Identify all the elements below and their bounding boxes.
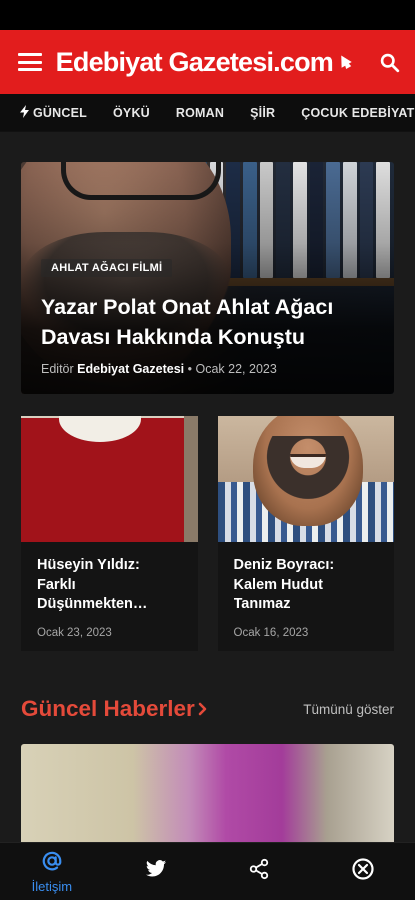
at-sign-icon: [41, 850, 63, 877]
meta-separator: •: [187, 362, 193, 376]
close-button[interactable]: [318, 857, 408, 886]
article-thumbnail: [21, 416, 198, 542]
see-all-link[interactable]: Tümünü göster: [303, 702, 394, 717]
card-date: Ocak 16, 2023: [233, 626, 309, 639]
twitter-icon: [145, 859, 167, 884]
author-prefix: Editör: [41, 362, 74, 376]
dark-mode-icon[interactable]: [333, 50, 357, 74]
section-header: Güncel Haberler Tümünü göster: [21, 696, 394, 722]
chevron-right-icon: [198, 696, 208, 722]
article-grid: Hüseyin Yıldız: Farklı Düşünmekten… Ocak…: [21, 416, 394, 651]
site-logo[interactable]: Edebiyat Gazetesi.com: [56, 47, 334, 78]
section-title-link[interactable]: Güncel Haberler: [21, 696, 208, 722]
card-title[interactable]: Hüseyin Yıldız: Farklı Düşünmekten…: [37, 556, 182, 615]
category-cocuk-edebiyati[interactable]: ÇOCUK EDEBİYATI: [301, 106, 415, 120]
news-thumbnail[interactable]: [21, 744, 394, 849]
category-label: GÜNCEL: [33, 105, 87, 120]
category-siir[interactable]: ŞİİR: [250, 106, 275, 120]
bottom-navigation: İletişim: [0, 842, 415, 900]
main-content: AHLAT AĞACI FİLMİ Yazar Polat Onat Ahlat…: [0, 162, 415, 849]
close-circle-icon: [351, 857, 375, 886]
twitter-button[interactable]: [111, 859, 201, 884]
bolt-icon: [20, 104, 29, 121]
contact-button[interactable]: İletişim: [7, 850, 97, 894]
article-thumbnail: [217, 416, 394, 542]
section-title: Güncel Haberler: [21, 696, 195, 721]
menu-icon[interactable]: [18, 53, 42, 71]
card-title[interactable]: Deniz Boyracı: Kalem Hudut Tanımaz: [234, 556, 379, 615]
featured-article[interactable]: AHLAT AĞACI FİLMİ Yazar Polat Onat Ahlat…: [21, 162, 394, 394]
share-button[interactable]: [214, 858, 304, 885]
search-icon[interactable]: [377, 50, 401, 74]
category-bar: GÜNCEL ÖYKÜ ROMAN ŞİİR ÇOCUK EDEBİYATI: [0, 94, 415, 132]
card-date: Ocak 23, 2023: [37, 626, 112, 639]
article-date: Ocak 22, 2023: [195, 362, 277, 376]
author-name[interactable]: Edebiyat Gazetesi: [77, 362, 184, 376]
contact-label: İletişim: [31, 878, 73, 894]
share-icon: [248, 858, 270, 885]
article-meta: Editör Edebiyat Gazetesi • Ocak 22, 2023: [41, 362, 380, 376]
category-roman[interactable]: ROMAN: [176, 106, 224, 120]
featured-title[interactable]: Yazar Polat Onat Ahlat Ağacı Davası Hakk…: [41, 292, 380, 352]
article-card[interactable]: Deniz Boyracı: Kalem Hudut Tanımaz Ocak …: [217, 416, 394, 651]
top-app-bar: Edebiyat Gazetesi.com: [0, 30, 415, 94]
article-card[interactable]: Hüseyin Yıldız: Farklı Düşünmekten… Ocak…: [21, 416, 198, 651]
category-oyku[interactable]: ÖYKÜ: [113, 106, 150, 120]
article-tag[interactable]: AHLAT AĞACI FİLMİ: [41, 259, 173, 277]
category-guncel[interactable]: GÜNCEL: [20, 104, 87, 121]
status-bar: [0, 0, 415, 30]
